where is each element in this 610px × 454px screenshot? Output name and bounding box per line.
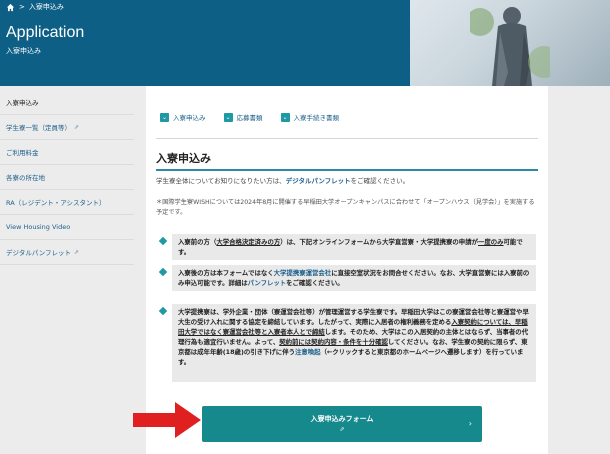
chevron-right-icon: ›: [468, 419, 472, 428]
diamond-bullet-icon: [158, 306, 168, 316]
page-title: Application: [6, 24, 85, 41]
note-text: 入寮前の方（: [178, 238, 217, 246]
caution-link[interactable]: 注意喚起: [295, 348, 321, 356]
anchor-tabs: ⌄ 入寮申込み ⌄ 応募書類 ⌄ 入寮手続き書類: [160, 112, 339, 122]
notice-after-admission: 入寮後の方は本フォームではなく大学提携寮運営会社に直接空室状況をお問合せください…: [172, 265, 536, 291]
home-icon[interactable]: [6, 3, 15, 12]
sidebar-item-fees[interactable]: ご利用料金: [0, 140, 134, 165]
breadcrumb-current: 入寮申込み: [28, 3, 64, 11]
tab-label: 入寮申込み: [173, 114, 206, 122]
sidebar-item-digital-pamphlet[interactable]: デジタルパンフレット ⇗: [0, 240, 134, 265]
red-arrow-icon: [133, 402, 201, 438]
sidebar-item-label: 入寮申込み: [6, 99, 39, 107]
wish-notice: ＊国際学生寮WISHについては2024年8月に開催する早稲田大学オープンキャンパ…: [156, 199, 535, 216]
diamond-bullet-icon: [158, 236, 168, 246]
external-link-icon: ⇗: [339, 426, 345, 433]
chevron-down-icon: ⌄: [160, 112, 169, 122]
main-content: ⌄ 入寮申込み ⌄ 応募書類 ⌄ 入寮手続き書類 入寮申込み 学生寮全体について…: [146, 86, 548, 454]
tab-label: 入寮手続き書類: [293, 114, 340, 122]
note-text: 契約前には契約内容・条件を十分確認: [279, 338, 388, 346]
sidebar-item-resident-assistant[interactable]: RA（レジデント・アシスタント）: [0, 190, 134, 215]
sidebar-item-application[interactable]: 入寮申込み: [0, 90, 134, 115]
hero-image: [410, 0, 610, 86]
note-text: 入寮後の方は本フォームではなく: [178, 269, 274, 277]
pamphlet-link[interactable]: パンフレット: [248, 279, 286, 287]
tab-documents[interactable]: ⌄ 応募書類: [223, 112, 263, 122]
sidebar-item-housing-video[interactable]: View Housing Video: [0, 215, 134, 240]
note-text: をご確認ください。: [286, 279, 344, 287]
external-link-icon: ⇗: [74, 248, 80, 256]
note-text: 一度のみ: [477, 238, 504, 246]
breadcrumb: > 入寮申込み: [6, 1, 64, 13]
tab-application[interactable]: ⌄ 入寮申込み: [160, 112, 206, 122]
breadcrumb-separator: >: [19, 3, 25, 11]
chevron-down-icon: ⌄: [223, 112, 233, 122]
tab-procedure-documents[interactable]: ⌄ 入寮手続き書類: [280, 112, 340, 122]
digital-pamphlet-link[interactable]: デジタルパンフレット: [286, 177, 351, 185]
notice-partner-dormitory: 大学提携寮は、学外企業・団体（寮運営会社等）が管理運営する学生寮です。早稲田大学…: [172, 304, 536, 382]
chevron-down-icon: ⌄: [280, 112, 290, 122]
section-title: 入寮申込み: [156, 152, 211, 165]
note-text: ）は、下記オンラインフォームから大学直営寮・大学提携寮の申請が: [280, 238, 478, 246]
partner-company-link[interactable]: 大学提携寮運営会社: [274, 269, 332, 277]
sidebar-item-label: View Housing Video: [6, 223, 71, 231]
sidebar-item-label: ご利用料金: [6, 149, 39, 157]
application-form-button[interactable]: 入寮申込みフォーム ⇗ ›: [202, 406, 482, 442]
divider: [156, 138, 538, 139]
external-link-icon: ⇗: [74, 123, 80, 131]
tab-label: 応募書類: [236, 114, 263, 122]
sidebar-item-dormitory-list[interactable]: 学生寮一覧（定員等） ⇗: [0, 115, 134, 140]
intro-text-after: をご確認ください。: [350, 177, 410, 185]
note-text: 大学合格決定済みの方: [216, 238, 281, 246]
sidebar-nav: 入寮申込み 学生寮一覧（定員等） ⇗ ご利用料金 各寮の所在地 RA（レジデント…: [0, 90, 134, 265]
button-label: 入寮申込みフォーム: [310, 415, 374, 423]
statue-illustration: [470, 7, 550, 86]
diamond-bullet-icon: [158, 267, 168, 277]
sidebar-item-label: デジタルパンフレット: [6, 249, 71, 257]
page-header: > 入寮申込み Application 入寮申込み: [0, 0, 610, 86]
sidebar-item-label: 学生寮一覧（定員等）: [6, 124, 71, 132]
sidebar-item-label: RA（レジデント・アシスタント）: [6, 199, 106, 207]
sidebar-item-locations[interactable]: 各寮の所在地: [0, 165, 134, 190]
title-underline: [156, 169, 538, 171]
intro-text-before: 学生寮全体についてお知りになりたい方は、: [156, 177, 286, 185]
intro-text: 学生寮全体についてお知りになりたい方は、デジタルパンフレットをご確認ください。: [156, 176, 536, 187]
page-subtitle: 入寮申込み: [6, 47, 41, 55]
sidebar-item-label: 各寮の所在地: [6, 174, 45, 182]
notice-before-admission: 入寮前の方（大学合格決定済みの方）は、下記オンラインフォームから大学直営寮・大学…: [172, 234, 536, 260]
